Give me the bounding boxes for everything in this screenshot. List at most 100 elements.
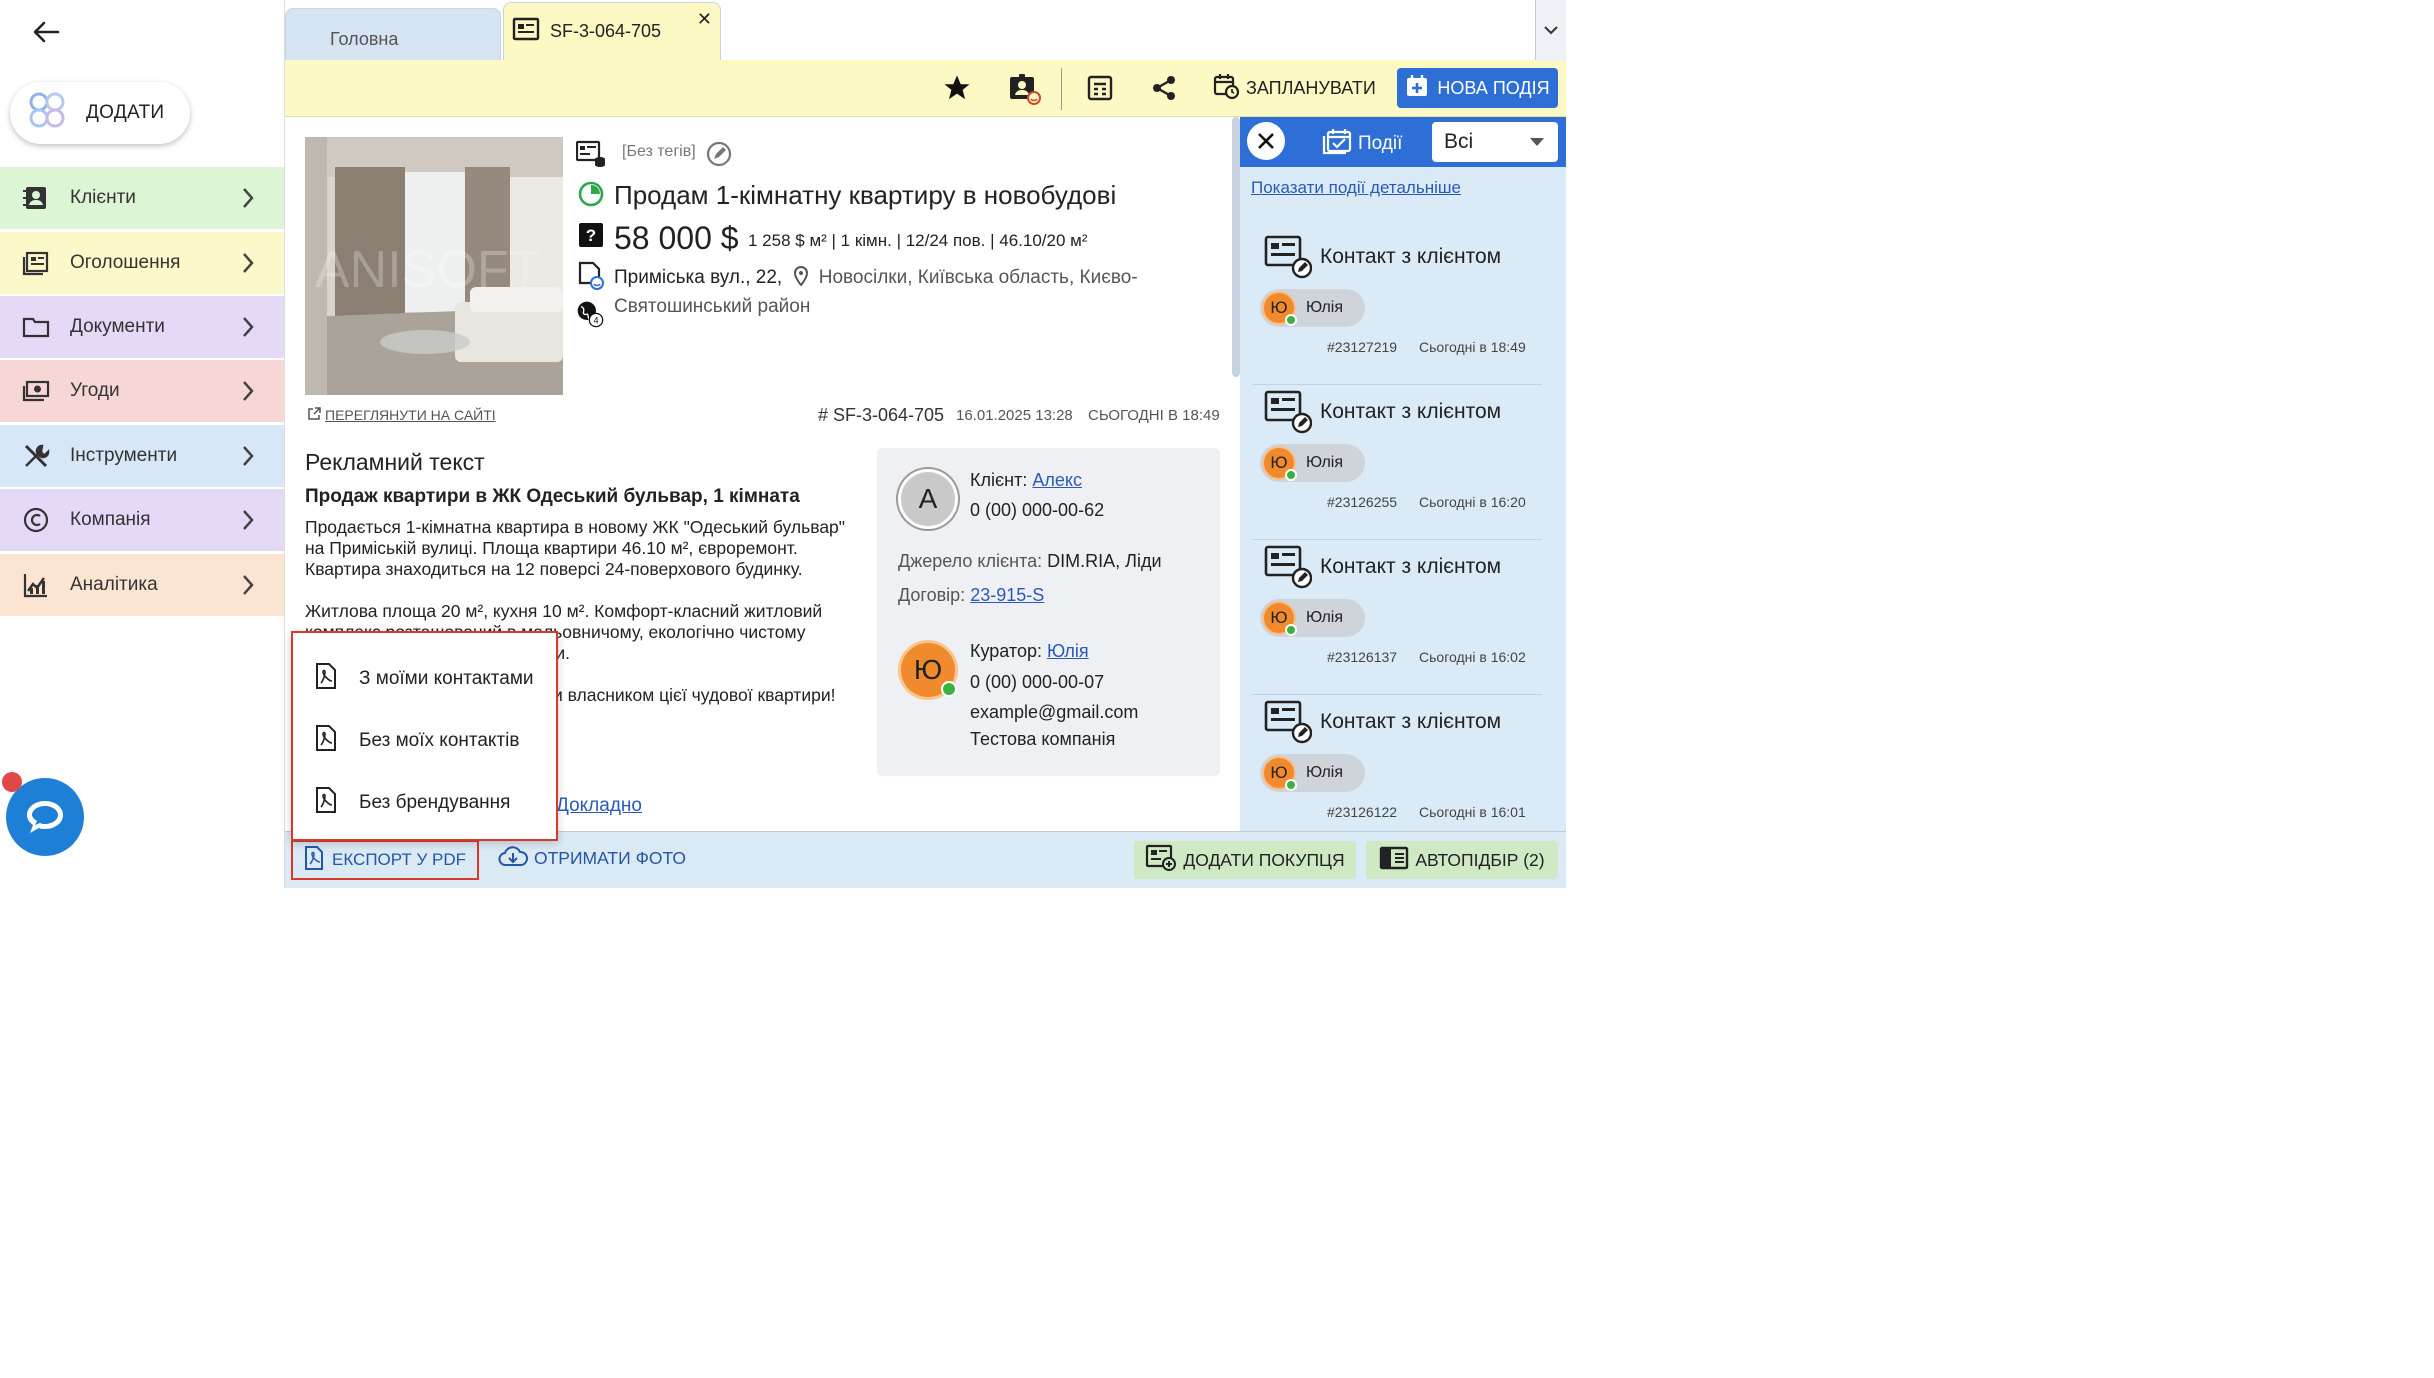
contract-row: Договір: 23-915-S — [898, 585, 1044, 606]
source-row: Джерело клієнта: DIM.RIA, Ліди — [898, 551, 1162, 572]
menu-item-label: З моїми контактами — [359, 668, 534, 689]
tab-home[interactable]: Головна — [285, 8, 501, 60]
events-tab-label: Події — [1358, 133, 1403, 154]
event-time: Сьогодні в 16:02 — [1419, 649, 1526, 665]
client-link[interactable]: Алекс — [1032, 470, 1082, 490]
export-without-contacts-item[interactable]: Без моїх контактів — [315, 725, 519, 757]
more-link[interactable]: Докладно — [556, 795, 642, 817]
tags-label: [Без тегів] — [622, 143, 696, 160]
sidebar-item-analytics[interactable]: Аналітика — [0, 554, 284, 616]
folder-icon — [22, 313, 50, 341]
contract-label: Договір: — [898, 585, 966, 605]
show-events-detail-link[interactable]: Показати події детальніше — [1251, 178, 1461, 198]
ad-heading: Рекламний текст — [305, 449, 485, 475]
sidebar-item-listings[interactable]: Оголошення — [0, 232, 284, 294]
close-events-button[interactable] — [1247, 122, 1285, 160]
view-on-site-link[interactable]: ПЕРЕГЛЯНУТИ НА САЙТІ — [308, 407, 496, 423]
events-filter-select[interactable]: Всі — [1432, 122, 1558, 162]
add-buyer-button[interactable]: ДОДАТИ ПОКУПЦЯ — [1134, 841, 1356, 879]
curator-label: Куратор: — [970, 641, 1042, 661]
event-person-chip[interactable]: Ю Юлія — [1260, 599, 1365, 637]
export-pdf-label: ЕКСПОРТ У PDF — [332, 850, 466, 869]
sidebar-item-documents[interactable]: Документи — [0, 296, 284, 358]
dropdown-arrow-icon — [1530, 138, 1544, 146]
event-person-chip[interactable]: Ю Юлія — [1260, 444, 1365, 482]
share-icon[interactable] — [1146, 70, 1182, 106]
object-id: # SF-3-064-705 — [818, 405, 945, 425]
chevron-right-icon — [243, 510, 254, 530]
schedule-button[interactable]: ЗАПЛАНУВАТИ — [1212, 70, 1376, 106]
event-card[interactable]: Контакт з клієнтом Ю Юлія #23126122 Сього… — [1252, 700, 1542, 831]
add-button[interactable]: ДОДАТИ — [10, 82, 190, 144]
sidebar-item-deals[interactable]: Угоди — [0, 360, 284, 422]
toolbar-divider — [1061, 68, 1062, 110]
street: Приміська вул., 22, — [614, 267, 783, 288]
get-photos-button[interactable]: ОТРИМАТИ ФОТО — [498, 845, 686, 872]
export-with-contacts-item[interactable]: З моїми контактами — [315, 663, 534, 695]
chat-bubble-icon — [27, 801, 63, 833]
export-no-branding-item[interactable]: Без брендування — [315, 787, 510, 819]
contract-link[interactable]: 23-915-S — [970, 585, 1044, 605]
listing-icon — [512, 17, 540, 46]
main-scrollbar[interactable] — [1232, 117, 1240, 377]
event-card[interactable]: Контакт з клієнтом Ю Юлія #23126137 Сього… — [1252, 545, 1542, 695]
event-person-chip[interactable]: Ю Юлія — [1260, 754, 1365, 792]
tab-label: Головна — [330, 29, 399, 49]
sidebar-item-tools[interactable]: Інструменти — [0, 425, 284, 487]
chevron-right-icon — [243, 381, 254, 401]
menu-item-label: Без моїх контактів — [359, 730, 520, 751]
pdf-icon — [315, 787, 337, 819]
globe-icon[interactable]: 4 — [576, 300, 606, 330]
chevron-right-icon — [243, 317, 254, 337]
client-avatar[interactable]: А — [898, 469, 958, 529]
sidebar-item-label: Оголошення — [70, 252, 181, 273]
chevron-right-icon — [243, 188, 254, 208]
listing-photo[interactable]: ANISOFT — [305, 137, 563, 395]
event-person-chip[interactable]: Ю Юлія — [1260, 289, 1365, 327]
copyright-icon — [22, 506, 50, 534]
event-card[interactable]: Контакт з клієнтом Ю Юлія #23127219 Сього… — [1252, 235, 1542, 385]
app-window: ДОДАТИ Клієнти Оголошення Документи Угод… — [0, 0, 1566, 888]
back-arrow-icon[interactable] — [28, 14, 64, 50]
online-status-dot — [1285, 779, 1297, 791]
person-avatar: Ю — [1262, 446, 1297, 481]
curator-avatar[interactable]: Ю — [898, 640, 958, 700]
calculator-icon[interactable] — [1082, 70, 1118, 106]
sidebar-item-clients[interactable]: Клієнти — [0, 167, 284, 229]
sidebar-item-company[interactable]: Компанія — [0, 489, 284, 551]
event-title: Контакт з клієнтом — [1320, 555, 1502, 578]
close-icon[interactable]: ✕ — [697, 9, 712, 30]
notification-dot — [2, 772, 22, 792]
listing-price: 58 000 $ — [614, 220, 739, 256]
new-event-label: НОВА ПОДІЯ — [1437, 77, 1550, 98]
event-card[interactable]: Контакт з клієнтом Ю Юлія #23126255 Сього… — [1252, 390, 1542, 540]
star-icon[interactable] — [939, 70, 975, 106]
curator-email[interactable]: example@gmail.com — [970, 702, 1138, 723]
get-photos-label: ОТРИМАТИ ФОТО — [534, 848, 686, 868]
address-doc-icon — [576, 261, 606, 291]
export-pdf-button[interactable]: ЕКСПОРТ У PDF — [291, 840, 479, 880]
new-event-button[interactable]: НОВА ПОДІЯ — [1397, 68, 1558, 108]
listing-price-details: 1 258 $ м² | 1 кімн. | 12/24 пов. | 46.1… — [748, 231, 1088, 250]
sidebar-item-label: Угоди — [70, 380, 120, 401]
edit-tags-icon[interactable] — [704, 139, 734, 169]
event-title: Контакт з клієнтом — [1320, 245, 1502, 268]
curator-phone[interactable]: 0 (00) 000-00-07 — [970, 672, 1104, 693]
event-time: Сьогодні в 16:20 — [1419, 494, 1526, 510]
sidebar-item-label: Компанія — [70, 509, 151, 530]
auto-select-button[interactable]: АВТОПІДБІР (2) — [1366, 841, 1558, 879]
client-row: Клієнт: Алекс — [970, 470, 1082, 491]
event-id: #23126137 — [1327, 649, 1398, 665]
events-filter-value: Всі — [1444, 130, 1474, 153]
contact-badge-icon[interactable] — [1006, 70, 1042, 106]
tab-object[interactable]: SF-3-064-705 ✕ — [503, 2, 721, 60]
question-icon[interactable]: ? — [576, 220, 606, 250]
analytics-icon — [22, 571, 50, 599]
source-label: Джерело клієнта: — [898, 551, 1043, 571]
calendar-clock-icon — [1212, 72, 1240, 105]
tabs-dropdown-button[interactable] — [1535, 0, 1566, 60]
person-name: Юлія — [1306, 454, 1343, 471]
curator-link[interactable]: Юлія — [1047, 641, 1089, 661]
events-tab[interactable]: Події — [1322, 127, 1402, 161]
client-phone[interactable]: 0 (00) 000-00-62 — [970, 500, 1104, 521]
